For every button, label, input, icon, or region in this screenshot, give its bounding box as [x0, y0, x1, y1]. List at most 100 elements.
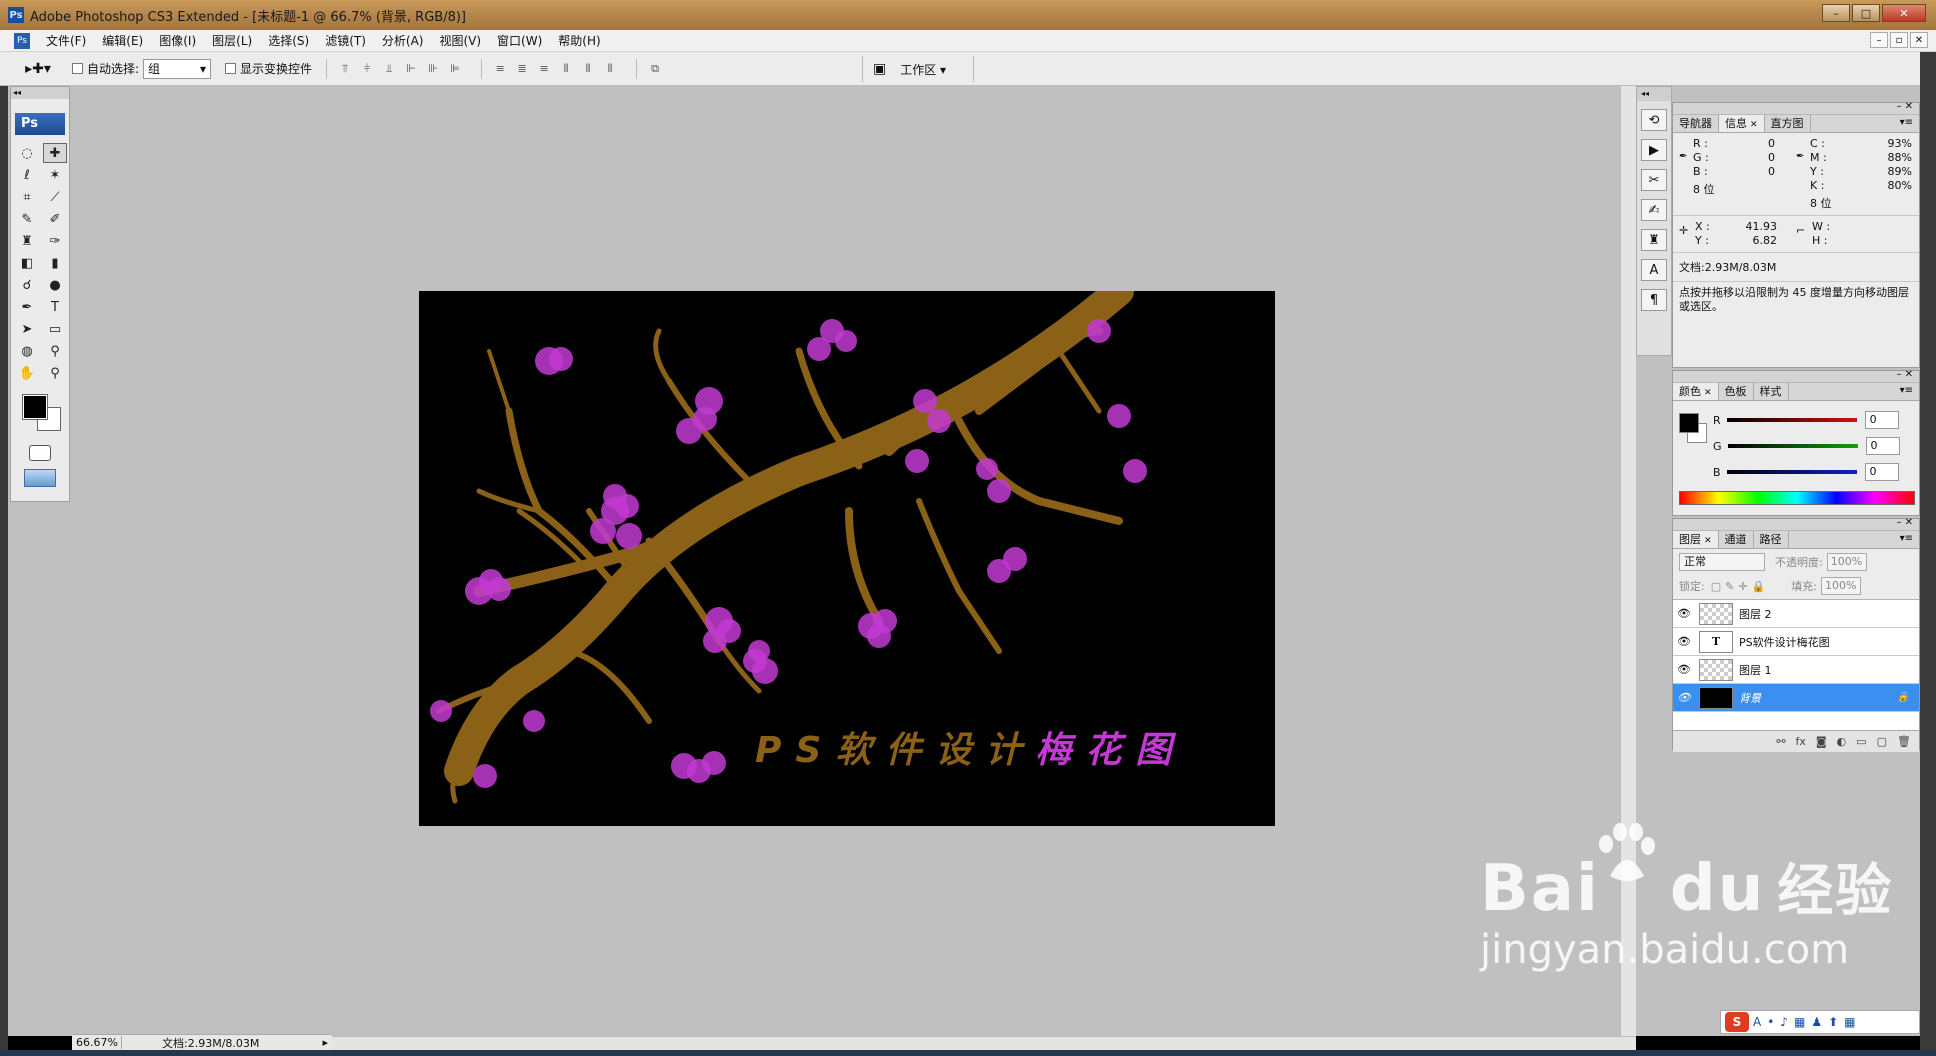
brush-tool-icon[interactable]: ✐: [43, 209, 67, 229]
paragraph-icon[interactable]: ¶: [1641, 289, 1667, 311]
align-left-icon[interactable]: ⊩: [401, 59, 421, 79]
actions-icon[interactable]: ▶: [1641, 139, 1667, 161]
show-transform-checkbox[interactable]: 显示变换控件: [225, 60, 312, 77]
auto-select-box[interactable]: [72, 63, 83, 74]
auto-select-checkbox[interactable]: 自动选择:: [72, 60, 139, 77]
slider-track-r[interactable]: [1726, 418, 1857, 422]
tab-histogram[interactable]: 直方图: [1765, 115, 1811, 132]
panel-menu-icon[interactable]: ▾≡: [1900, 385, 1913, 396]
show-transform-box[interactable]: [225, 63, 237, 74]
maximize-button[interactable]: □: [1852, 4, 1880, 22]
menu-edit[interactable]: 编辑(E): [94, 32, 151, 49]
menu-filter[interactable]: 滤镜(T): [317, 32, 374, 49]
slider-track-b[interactable]: [1726, 470, 1857, 474]
layer-row[interactable]: 👁 背景 🔒: [1673, 684, 1919, 712]
zoom-tool-icon[interactable]: ⚲: [43, 363, 67, 383]
tab-styles[interactable]: 样式: [1754, 383, 1789, 400]
history-icon[interactable]: ⟲: [1641, 109, 1667, 131]
new-layer-icon[interactable]: ▢: [1877, 735, 1887, 748]
eraser-tool-icon[interactable]: ◧: [15, 253, 39, 273]
slice-tool-icon[interactable]: ⟋: [43, 187, 67, 207]
slider-value-g[interactable]: 0: [1865, 437, 1900, 455]
panel-menu-icon[interactable]: ▾≡: [1900, 117, 1913, 128]
distribute-right-icon[interactable]: ⦀: [600, 59, 620, 79]
tab-navigator[interactable]: 导航器: [1673, 115, 1719, 132]
history-brush-tool-icon[interactable]: ✑: [43, 231, 67, 251]
menu-image[interactable]: 图像(I): [151, 32, 204, 49]
keyboard-icon[interactable]: ▦: [1794, 1015, 1805, 1029]
brushes-icon[interactable]: ✍: [1641, 199, 1667, 221]
screen-mode-icon[interactable]: [24, 469, 56, 487]
character-icon[interactable]: A: [1641, 259, 1667, 281]
visibility-eye-icon[interactable]: 👁: [1673, 607, 1695, 620]
slider-b[interactable]: B 0: [1713, 463, 1899, 481]
panel-menu-icon[interactable]: ▾≡: [1900, 533, 1913, 544]
panel-controls-icon[interactable]: – ✕: [1896, 369, 1913, 380]
distribute-top-icon[interactable]: ≡: [490, 59, 510, 79]
doc-close-button[interactable]: ✕: [1910, 32, 1928, 48]
hand-tool-icon[interactable]: ✋: [15, 363, 39, 383]
new-group-icon[interactable]: ▭: [1856, 735, 1866, 748]
panel-foreground-swatch[interactable]: [1679, 413, 1699, 433]
auto-align-layers-icon[interactable]: ⧉: [645, 59, 665, 79]
opacity-input[interactable]: 100%: [1826, 553, 1867, 571]
toolbox-icon[interactable]: ▦: [1844, 1015, 1855, 1029]
menu-help[interactable]: 帮助(H): [550, 32, 608, 49]
eyedropper-icon[interactable]: ✒: [1679, 151, 1687, 162]
menu-file[interactable]: 文件(F): [38, 32, 94, 49]
lock-icons[interactable]: ▢✎✛🔒: [1711, 580, 1770, 593]
document-canvas[interactable]: PS软件设计梅花图: [419, 291, 1275, 826]
document-icon[interactable]: Ps: [14, 32, 30, 49]
panel-handle[interactable]: – ✕: [1673, 101, 1919, 115]
ime-mode-icon[interactable]: A: [1753, 1015, 1761, 1029]
fx-icon[interactable]: fx: [1796, 735, 1806, 748]
close-button[interactable]: ✕: [1882, 4, 1926, 22]
tab-channels[interactable]: 通道: [1719, 531, 1754, 548]
quick-mask-icon[interactable]: [29, 445, 51, 461]
zoom-level[interactable]: 66.67%: [72, 1036, 122, 1049]
align-bottom-icon[interactable]: ⫫: [379, 59, 399, 79]
tab-color[interactable]: 颜色 ✕: [1673, 383, 1719, 400]
menu-layer[interactable]: 图层(L): [204, 32, 260, 49]
align-right-icon[interactable]: ⊫: [445, 59, 465, 79]
menu-select[interactable]: 选择(S): [260, 32, 317, 49]
doc-minimize-button[interactable]: –: [1870, 32, 1888, 48]
panel-controls-icon[interactable]: – ✕: [1896, 517, 1913, 528]
marquee-tool-icon[interactable]: ◌: [15, 143, 39, 163]
close-icon[interactable]: ✕: [1750, 120, 1758, 130]
move-tool-icon[interactable]: ✚: [43, 143, 67, 163]
user-icon[interactable]: ♟: [1811, 1015, 1822, 1029]
workspace-menu[interactable]: ▣ 工作区 ▾: [862, 56, 974, 82]
eyedropper-icon[interactable]: ✒: [1796, 151, 1804, 162]
align-vcenter-icon[interactable]: ⫩: [357, 59, 377, 79]
type-tool-icon[interactable]: T: [43, 297, 67, 317]
layer-row[interactable]: 👁 T PS软件设计梅花图: [1673, 628, 1919, 656]
tab-paths[interactable]: 路径: [1754, 531, 1789, 548]
toolbox-logo[interactable]: Ps: [15, 113, 65, 135]
eyedropper-tool-icon[interactable]: ⚲: [43, 341, 67, 361]
fill-input[interactable]: 100%: [1820, 577, 1861, 595]
menu-analysis[interactable]: 分析(A): [374, 32, 432, 49]
clone-source-icon[interactable]: ♜: [1641, 229, 1667, 251]
upload-icon[interactable]: ⬆: [1828, 1015, 1838, 1029]
slider-track-g[interactable]: [1727, 444, 1858, 448]
crop-tool-icon[interactable]: ⌗: [15, 187, 39, 207]
magic-wand-tool-icon[interactable]: ✶: [43, 165, 67, 185]
healing-brush-tool-icon[interactable]: ✎: [15, 209, 39, 229]
distribute-hcenter-icon[interactable]: ⦀: [578, 59, 598, 79]
move-tool-icon[interactable]: ▸✚▾: [18, 56, 58, 82]
visibility-eye-icon[interactable]: 👁: [1673, 663, 1695, 676]
3d-rotate-tool-icon[interactable]: ◍: [15, 341, 39, 361]
blur-tool-icon[interactable]: ☌: [15, 275, 39, 295]
blend-mode-select[interactable]: 正常: [1679, 553, 1765, 571]
voice-icon[interactable]: ♪: [1780, 1015, 1788, 1029]
layer-row[interactable]: 👁 图层 2: [1673, 600, 1919, 628]
dodge-tool-icon[interactable]: ●: [43, 275, 67, 295]
layer-row[interactable]: 👁 图层 1: [1673, 656, 1919, 684]
distribute-left-icon[interactable]: ⦀: [556, 59, 576, 79]
slider-r[interactable]: R 0: [1713, 411, 1899, 429]
slider-value-b[interactable]: 0: [1864, 463, 1899, 481]
horizontal-scrollbar[interactable]: [330, 1036, 1636, 1050]
clone-stamp-tool-icon[interactable]: ♜: [15, 231, 39, 251]
minimize-button[interactable]: –: [1822, 4, 1850, 22]
